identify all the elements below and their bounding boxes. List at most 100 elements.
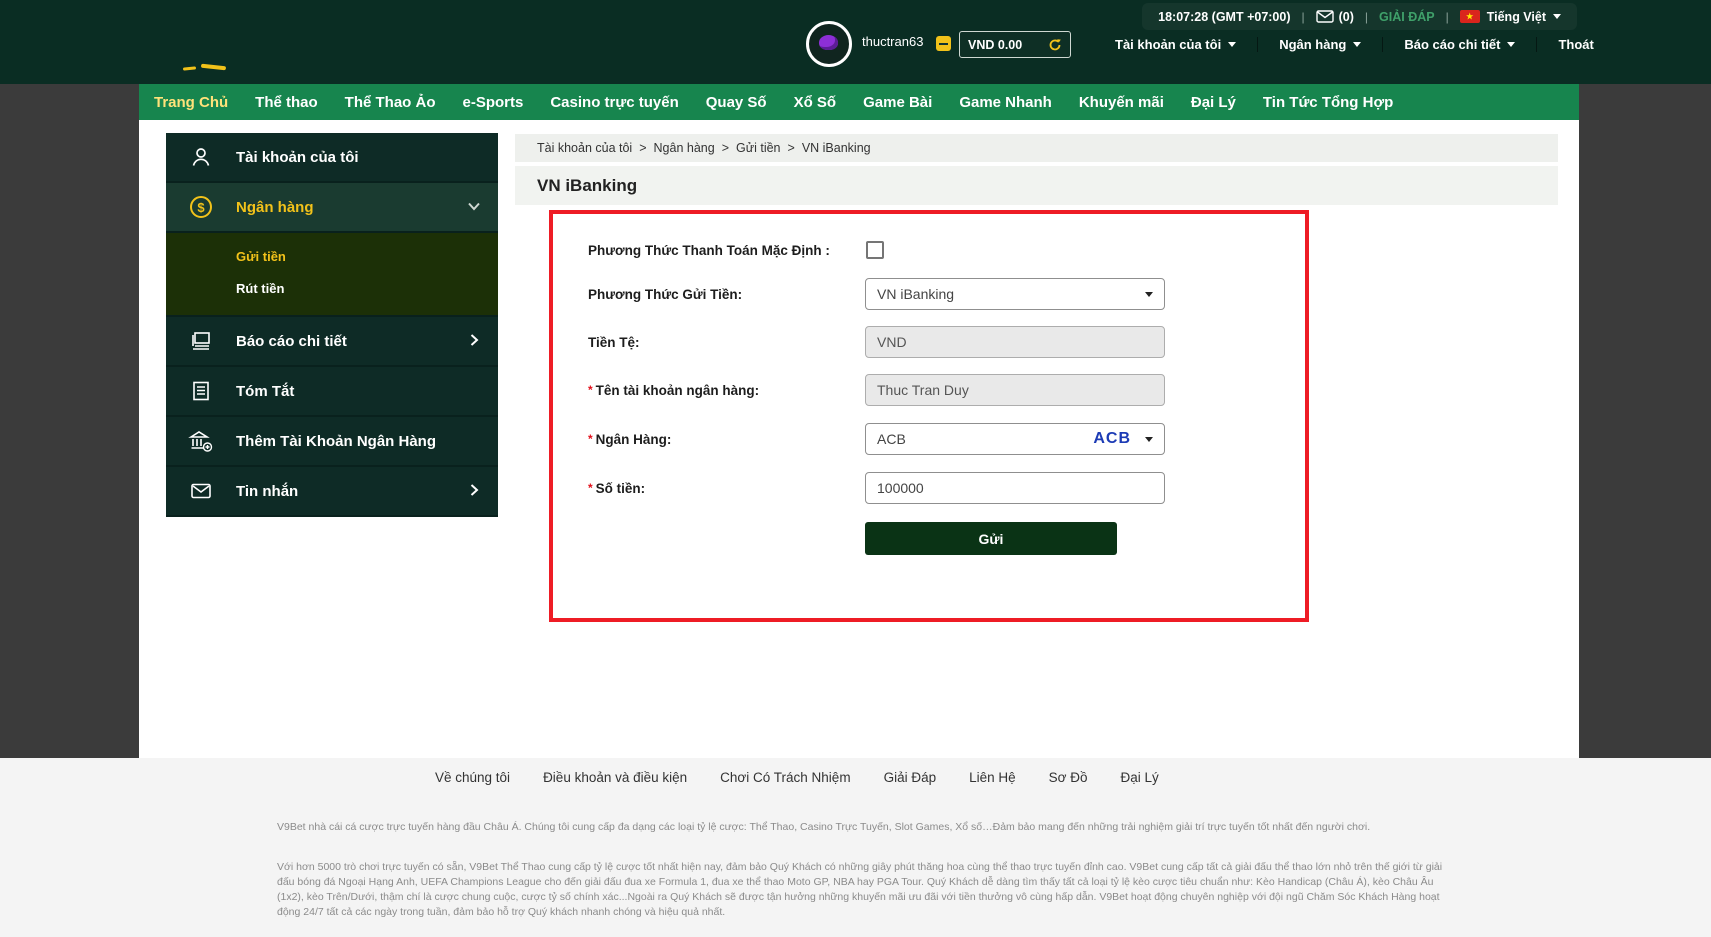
- divider: |: [1446, 10, 1449, 24]
- footer-link-terms[interactable]: Điều khoản và điều kiện: [543, 770, 687, 785]
- submenu-deposit[interactable]: Gửi tiền: [166, 241, 498, 273]
- logout-button[interactable]: Thoát: [1536, 37, 1614, 52]
- footer-link-agents[interactable]: Đại Lý: [1121, 770, 1159, 785]
- highlight-red-box: [549, 210, 1309, 622]
- mail-count: (0): [1339, 10, 1354, 24]
- footer-link-about[interactable]: Về chúng tôi: [435, 770, 510, 785]
- amount-label: * Số tiền:: [588, 472, 645, 504]
- currency-field: VND: [865, 326, 1165, 358]
- topbar: 18:07:28 (GMT +07:00) | (0) | GIẢI ĐÁP |…: [1142, 3, 1577, 30]
- nav-slots[interactable]: Quay Số: [706, 94, 767, 111]
- required-mark: *: [588, 481, 593, 495]
- required-mark: *: [588, 383, 593, 397]
- breadcrumb-deposit[interactable]: Gửi tiền: [736, 141, 781, 155]
- avatar[interactable]: [806, 21, 852, 67]
- language-selector[interactable]: ★ Tiếng Việt: [1460, 10, 1561, 24]
- header: 18:07:28 (GMT +07:00) | (0) | GIẢI ĐÁP |…: [0, 0, 1711, 84]
- chevron-down-icon: [466, 198, 482, 214]
- help-link[interactable]: GIẢI ĐÁP: [1379, 10, 1435, 24]
- footer-link-faq[interactable]: Giải Đáp: [884, 770, 937, 785]
- account-menus: Tài khoản của tôi Ngân hàng Báo cáo chi …: [1094, 31, 1615, 57]
- default-payment-label: Phương Thức Thanh Toán Mặc Định :: [588, 234, 830, 266]
- balance-box[interactable]: VND 0.00: [959, 31, 1071, 58]
- footer-link-contact[interactable]: Liên Hệ: [969, 770, 1016, 785]
- logo-fragment: [201, 64, 226, 71]
- chevron-down-icon: [1553, 14, 1561, 19]
- nav-card-games[interactable]: Game Bài: [863, 94, 932, 111]
- language-label: Tiếng Việt: [1487, 10, 1546, 24]
- page-title: VN iBanking: [537, 176, 637, 196]
- sidebar-label: Tóm Tắt: [236, 383, 294, 400]
- menu-banking[interactable]: Ngân hàng: [1257, 37, 1382, 52]
- bank-select[interactable]: ACB ACB: [865, 423, 1165, 455]
- nav-lottery[interactable]: Xổ Số: [794, 94, 837, 111]
- deposit-method-label: Phương Thức Gửi Tiền:: [588, 278, 742, 310]
- nav-agents[interactable]: Đại Lý: [1191, 94, 1236, 111]
- breadcrumb-separator: >: [639, 141, 646, 155]
- breadcrumb-banking[interactable]: Ngân hàng: [654, 141, 715, 155]
- footer: Về chúng tôi Điều khoản và điều kiện Chơ…: [0, 758, 1711, 937]
- menu-label: Ngân hàng: [1279, 37, 1346, 52]
- nav-virtual-sports[interactable]: Thể Thao Ảo: [345, 94, 436, 111]
- breadcrumb-separator: >: [788, 141, 795, 155]
- message-icon: [188, 479, 214, 503]
- sidebar-item-summary[interactable]: Tóm Tắt: [166, 367, 498, 417]
- sidebar-label: Thêm Tài Khoản Ngân Hàng: [236, 433, 436, 450]
- chevron-down-icon: [1145, 292, 1153, 297]
- menu-reports[interactable]: Báo cáo chi tiết: [1382, 37, 1536, 52]
- breadcrumb-current: VN iBanking: [802, 141, 871, 155]
- currency-label: Tiền Tệ:: [588, 326, 640, 358]
- refresh-icon[interactable]: [1048, 38, 1062, 52]
- sidebar-item-detail-report[interactable]: Báo cáo chi tiết: [166, 317, 498, 367]
- sidebar-label: Tin nhắn: [236, 483, 298, 500]
- footer-paragraph: V9Bet nhà cái cá cược trực tuyến hàng đầ…: [277, 820, 1462, 835]
- mail-button[interactable]: (0): [1316, 10, 1354, 24]
- sidebar-item-banking[interactable]: $ Ngân hàng: [166, 183, 498, 233]
- main-nav: Trang Chủ Thể thao Thể Thao Ảo e-Sports …: [139, 84, 1579, 120]
- collapse-balance-button[interactable]: [936, 36, 951, 51]
- deposit-method-select[interactable]: VN iBanking: [865, 278, 1165, 310]
- required-mark: *: [588, 432, 593, 446]
- submenu-withdraw[interactable]: Rút tiền: [166, 273, 498, 305]
- nav-sports[interactable]: Thể thao: [255, 94, 318, 111]
- chevron-down-icon: [1145, 437, 1153, 442]
- chevron-down-icon: [1353, 42, 1361, 47]
- breadcrumb: Tài khoản của tôi > Ngân hàng > Gửi tiền…: [515, 134, 1558, 162]
- coin-icon: $: [188, 196, 214, 218]
- nav-news[interactable]: Tin Tức Tổng Hợp: [1263, 94, 1393, 111]
- logo-fragment: [183, 66, 196, 70]
- nav-live-casino[interactable]: Casino trực tuyến: [550, 94, 678, 111]
- nav-esports[interactable]: e-Sports: [463, 94, 524, 111]
- default-payment-checkbox[interactable]: [866, 241, 884, 259]
- submit-button[interactable]: Gửi: [865, 522, 1117, 555]
- bank-value: ACB: [877, 431, 906, 447]
- sidebar-label: Tài khoản của tôi: [236, 149, 359, 166]
- nav-promotions[interactable]: Khuyến mãi: [1079, 94, 1164, 111]
- chevron-down-icon: [1228, 42, 1236, 47]
- amount-input[interactable]: [865, 472, 1165, 504]
- sidebar-item-my-account[interactable]: Tài khoản của tôi: [166, 133, 498, 183]
- menu-my-account[interactable]: Tài khoản của tôi: [1094, 37, 1257, 52]
- account-name-field: Thuc Tran Duy: [865, 374, 1165, 406]
- footer-link-sitemap[interactable]: Sơ Đồ: [1049, 770, 1088, 785]
- vietnam-flag-icon: ★: [1460, 10, 1480, 23]
- account-name-value: Thuc Tran Duy: [877, 382, 969, 398]
- divider: |: [1365, 10, 1368, 24]
- footer-links: Về chúng tôi Điều khoản và điều kiện Chơ…: [435, 770, 1159, 785]
- breadcrumb-my-account[interactable]: Tài khoản của tôi: [537, 141, 632, 155]
- divider: |: [1302, 10, 1305, 24]
- sidebar-item-add-bank-account[interactable]: Thêm Tài Khoản Ngân Hàng: [166, 417, 498, 467]
- nav-quick-games[interactable]: Game Nhanh: [959, 94, 1052, 111]
- menu-label: Tài khoản của tôi: [1115, 37, 1221, 52]
- footer-paragraph: Với hơn 5000 trò chơi trực tuyến có sẵn,…: [277, 860, 1462, 920]
- sidebar-label: Ngân hàng: [236, 199, 314, 216]
- account-name-label: * Tên tài khoản ngân hàng:: [588, 374, 759, 406]
- clock: 18:07:28 (GMT +07:00): [1158, 10, 1290, 24]
- username: thuctran63: [862, 34, 923, 49]
- footer-link-responsible-gaming[interactable]: Chơi Có Trách Nhiệm: [720, 770, 850, 785]
- bank-plus-icon: [188, 429, 214, 453]
- sidebar-item-messages[interactable]: Tin nhắn: [166, 467, 498, 517]
- page: 18:07:28 (GMT +07:00) | (0) | GIẢI ĐÁP |…: [0, 0, 1711, 937]
- report-icon: [188, 329, 214, 353]
- nav-home[interactable]: Trang Chủ: [154, 94, 228, 111]
